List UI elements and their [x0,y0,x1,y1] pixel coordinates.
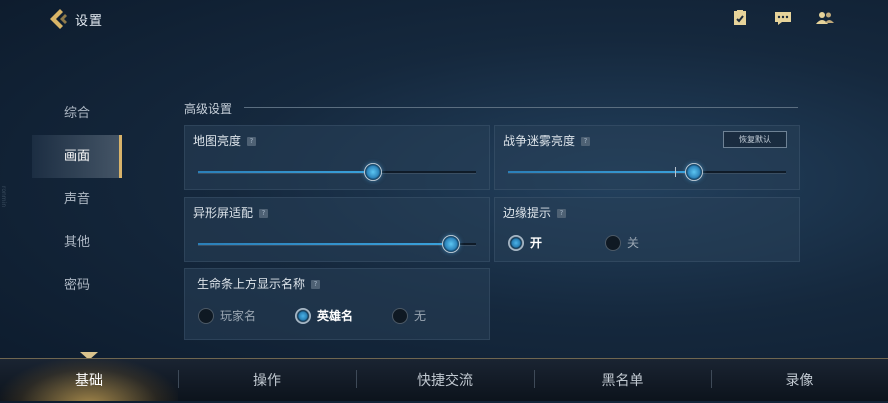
chat-icon[interactable] [774,10,792,26]
help-icon[interactable]: ? [581,137,591,146]
radio-dot [508,235,524,251]
map-brightness-panel: 地图亮度? [184,125,490,190]
notch-adapt-label: 异形屏适配 [193,206,254,220]
help-icon[interactable]: ? [259,209,269,218]
map-brightness-slider[interactable] [198,163,476,181]
settings-sidebar: 综合 画面 声音 其他 密码 [32,92,122,307]
tab-controls[interactable]: 操作 [178,359,356,401]
edge-hint-panel: 边缘提示? 开 关 [494,197,800,262]
sidebar-item-sound[interactable]: 声音 [32,178,122,221]
top-bar: 设置 [0,0,888,36]
tab-blacklist[interactable]: 黑名单 [534,359,711,401]
notch-adapt-slider[interactable] [198,235,476,253]
notch-adapt-panel: 异形屏适配? [184,197,490,262]
map-brightness-label: 地图亮度 [193,134,242,148]
hp-bar-name-panel: 生命条上方显示名称? 玩家名 英雄名 无 [184,268,490,340]
sidebar-item-graphics[interactable]: 画面 [32,135,122,178]
help-icon[interactable]: ? [557,209,567,218]
tab-quick-chat[interactable]: 快捷交流 [356,359,534,401]
side-watermark: ronmin [0,186,7,208]
reset-default-button[interactable]: 恢复默认 [723,131,787,148]
slider-thumb[interactable] [685,163,704,181]
radio-dot [392,308,408,324]
slider-thumb[interactable] [441,235,460,253]
edge-hint-label: 边缘提示 [503,206,552,220]
back-arrow-icon[interactable] [48,8,70,30]
sidebar-item-other[interactable]: 其他 [32,221,122,264]
friends-icon[interactable] [816,10,834,26]
tab-replay[interactable]: 录像 [711,359,888,401]
fog-brightness-panel: 战争迷雾亮度? 恢复默认 [494,125,800,190]
bottom-tab-bar: 基础 操作 快捷交流 黑名单 录像 [0,358,888,401]
section-title: 高级设置 [184,102,233,116]
radio-dot [198,308,214,324]
slider-fill [198,171,374,173]
page-title: 设置 [75,14,104,29]
sidebar-item-general[interactable]: 综合 [32,92,122,135]
fog-brightness-slider[interactable] [508,163,786,181]
checklist-icon[interactable] [731,10,749,26]
slider-thumb[interactable] [364,163,383,181]
slider-fill [508,171,695,173]
section-divider [244,107,798,108]
slider-fill [198,243,451,245]
radio-dot [295,308,311,324]
default-marker [674,167,676,177]
help-icon[interactable]: ? [311,280,321,289]
fog-brightness-label: 战争迷雾亮度 [503,134,576,148]
sidebar-item-password[interactable]: 密码 [32,264,122,307]
tab-basic[interactable]: 基础 [0,359,178,401]
radio-dot [605,235,621,251]
help-icon[interactable]: ? [247,137,257,146]
hp-bar-name-label: 生命条上方显示名称 [197,277,306,291]
